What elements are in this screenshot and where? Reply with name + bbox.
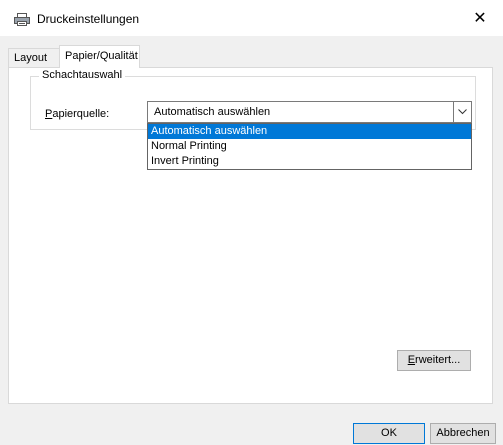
group-label: Schachtauswahl: [39, 69, 126, 81]
paper-source-value: Automatisch auswählen: [154, 106, 271, 118]
dialog-client-area: Layout Papier/Qualität Schachtauswahl Pa…: [0, 36, 503, 445]
paper-source-dropdown-list: Automatisch auswählen Normal Printing In…: [147, 123, 472, 170]
paper-source-select[interactable]: Automatisch auswählen: [147, 101, 472, 123]
printer-icon: [14, 13, 30, 26]
tab-layout[interactable]: Layout: [8, 48, 60, 67]
advanced-button-accesskey: E: [407, 354, 416, 366]
advanced-button-label: rweitert...: [415, 354, 461, 366]
option-automatic[interactable]: Automatisch auswählen: [148, 124, 471, 139]
tab-paper-quality[interactable]: Papier/Qualität: [59, 45, 140, 68]
advanced-button[interactable]: Erweitert...: [397, 350, 471, 371]
print-settings-dialog: Druckeinstellungen ✕ Layout Papier/Quali…: [0, 0, 503, 445]
option-invert-printing[interactable]: Invert Printing: [148, 154, 471, 169]
ok-button[interactable]: OK: [353, 423, 425, 444]
option-normal-printing[interactable]: Normal Printing: [148, 139, 471, 154]
paper-source-label: Papierquelle:: [45, 108, 109, 120]
cancel-button[interactable]: Abbrechen: [430, 423, 496, 444]
paper-source-label-text: apierquelle:: [52, 108, 110, 120]
close-button[interactable]: ✕: [457, 0, 503, 36]
close-icon: ✕: [473, 10, 487, 27]
title-bar: Druckeinstellungen ✕: [0, 0, 503, 36]
chevron-down-icon[interactable]: [453, 102, 471, 122]
window-title: Druckeinstellungen: [37, 12, 140, 26]
